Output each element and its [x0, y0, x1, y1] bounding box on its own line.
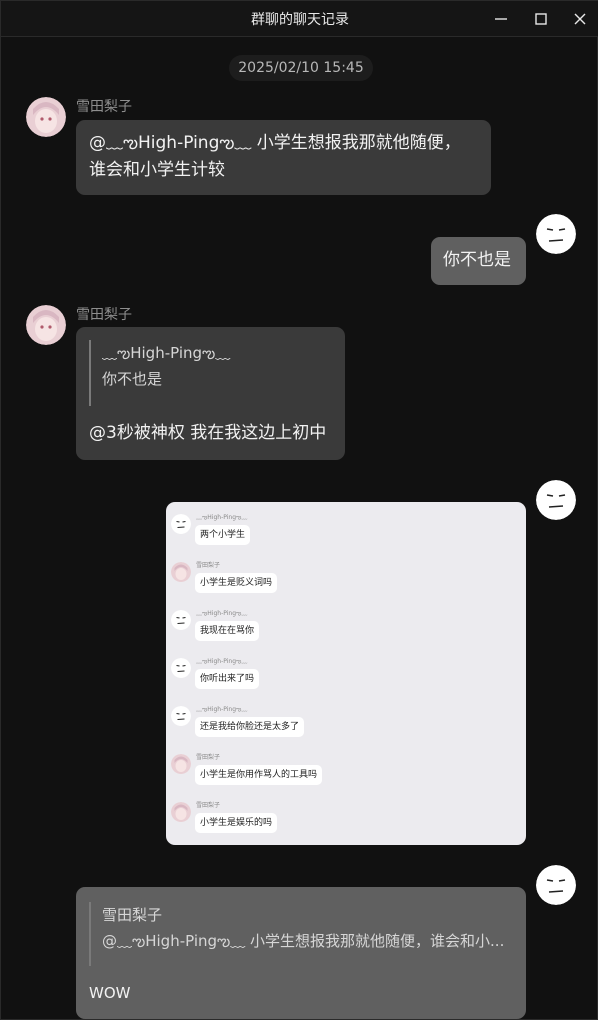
quoted-message[interactable]: 雪田梨子 @﹏ఌHigh-Pingఌ﹏ 小学生想报我那就他随便，谁会和小... [89, 902, 513, 966]
maximize-button[interactable] [529, 7, 553, 31]
screenshot-chat-row: 雪田梨子 小学生是你用作骂人的工具吗 [166, 744, 526, 788]
face-icon [171, 514, 191, 534]
screenshot-message: 我现在在骂你 [195, 621, 260, 641]
screenshot-chat-row: ﹏ఌHigh-Pingఌ﹏ 还是我给你脸还是太多了 [166, 696, 526, 740]
screenshot-message: 还是我给你脸还是太多了 [195, 717, 305, 737]
image-message[interactable]: ﹏ఌHigh-Pingఌ﹏ 两个小学生 雪田梨子 小学生是贬义词吗 ﹏ఌHigh… [166, 502, 526, 845]
screenshot-chat-row: 雪田梨子 小学生是贬义词吗 [166, 552, 526, 596]
message-text: @3秒被神权 我在我这边上初中 [89, 423, 327, 443]
message-text-line: 谁会和小学生计较 [89, 160, 225, 180]
minimize-icon [495, 18, 507, 20]
screenshot-message: 小学生是贬义词吗 [195, 573, 278, 593]
screenshot-chat-row: ﹏ఌHigh-Pingఌ﹏ 两个小学生 [166, 504, 526, 548]
screenshot-sender: ﹏ఌHigh-Pingఌ﹏ [196, 706, 248, 713]
face-icon [171, 706, 191, 726]
screenshot-chat-row: 雪田梨子 小学生是娱乐的吗 [166, 792, 526, 836]
message-bubble[interactable]: 雪田梨子 @﹏ఌHigh-Pingఌ﹏ 小学生想报我那就他随便，谁会和小... … [76, 887, 526, 1019]
message-text: 你不也是 [443, 250, 511, 270]
face-icon [171, 610, 191, 630]
title-bar: 群聊的聊天记录 [1, 1, 598, 37]
close-icon [574, 13, 586, 25]
screenshot-chat-row: ﹏ఌHigh-Pingఌ﹏ 我现在在骂你 [166, 600, 526, 644]
sender-name: 雪田梨子 [76, 99, 132, 115]
quoted-sender: 雪田梨子 [102, 906, 163, 924]
maximize-icon [535, 13, 547, 25]
chat-history-window: 群聊的聊天记录 2025/02/10 15:45 雪田梨子 @﹏ఌHigh-Pi… [0, 0, 598, 1020]
screenshot-chat-row: ﹏ఌHigh-Pingఌ﹏ 你听出来了吗 [166, 648, 526, 692]
quoted-message[interactable]: ﹏ఌHigh-Pingఌ﹏ 你不也是 [89, 340, 332, 406]
screenshot-sender: 雪田梨子 [196, 802, 221, 809]
quoted-sender: ﹏ఌHigh-Pingఌ﹏ [102, 344, 231, 362]
message-bubble[interactable]: 你不也是 [431, 237, 526, 285]
screenshot-sender: 雪田梨子 [196, 562, 221, 569]
screenshot-sender: 雪田梨子 [196, 754, 221, 761]
anime-girl-avatar[interactable] [26, 97, 66, 137]
sender-name: 雪田梨子 [76, 307, 132, 323]
minimize-button[interactable] [489, 7, 513, 31]
anime-girl-avatar [171, 754, 191, 774]
screenshot-sender: ﹏ఌHigh-Pingఌ﹏ [196, 610, 248, 617]
screenshot-sender: ﹏ఌHigh-Pingఌ﹏ [196, 658, 248, 665]
face-icon [171, 658, 191, 678]
screenshot-message: 你听出来了吗 [195, 669, 260, 689]
quoted-text: @﹏ఌHigh-Pingఌ﹏ 小学生想报我那就他随便，谁会和小... [102, 932, 505, 950]
face-icon[interactable] [536, 214, 576, 254]
screenshot-message: 小学生是娱乐的吗 [195, 813, 278, 833]
face-icon[interactable] [536, 480, 576, 520]
anime-girl-avatar[interactable] [26, 305, 66, 345]
anime-girl-avatar [171, 802, 191, 822]
message-text: WOW [89, 984, 131, 1002]
face-icon[interactable] [536, 865, 576, 905]
screenshot-message: 两个小学生 [195, 525, 251, 545]
close-button[interactable] [568, 7, 592, 31]
message-text-line: @﹏ఌHigh-Pingఌ﹏ 小学生想报我那就他随便， [89, 133, 461, 153]
quoted-text: 你不也是 [102, 370, 163, 388]
timestamp: 2025/02/10 15:45 [229, 55, 373, 81]
screenshot-sender: ﹏ఌHigh-Pingఌ﹏ [196, 514, 248, 521]
message-bubble[interactable]: @﹏ఌHigh-Pingఌ﹏ 小学生想报我那就他随便， 谁会和小学生计较 [76, 120, 491, 195]
screenshot-message: 小学生是你用作骂人的工具吗 [195, 765, 323, 785]
anime-girl-avatar [171, 562, 191, 582]
message-bubble[interactable]: ﹏ఌHigh-Pingఌ﹏ 你不也是 @3秒被神权 我在我这边上初中 [76, 327, 345, 460]
